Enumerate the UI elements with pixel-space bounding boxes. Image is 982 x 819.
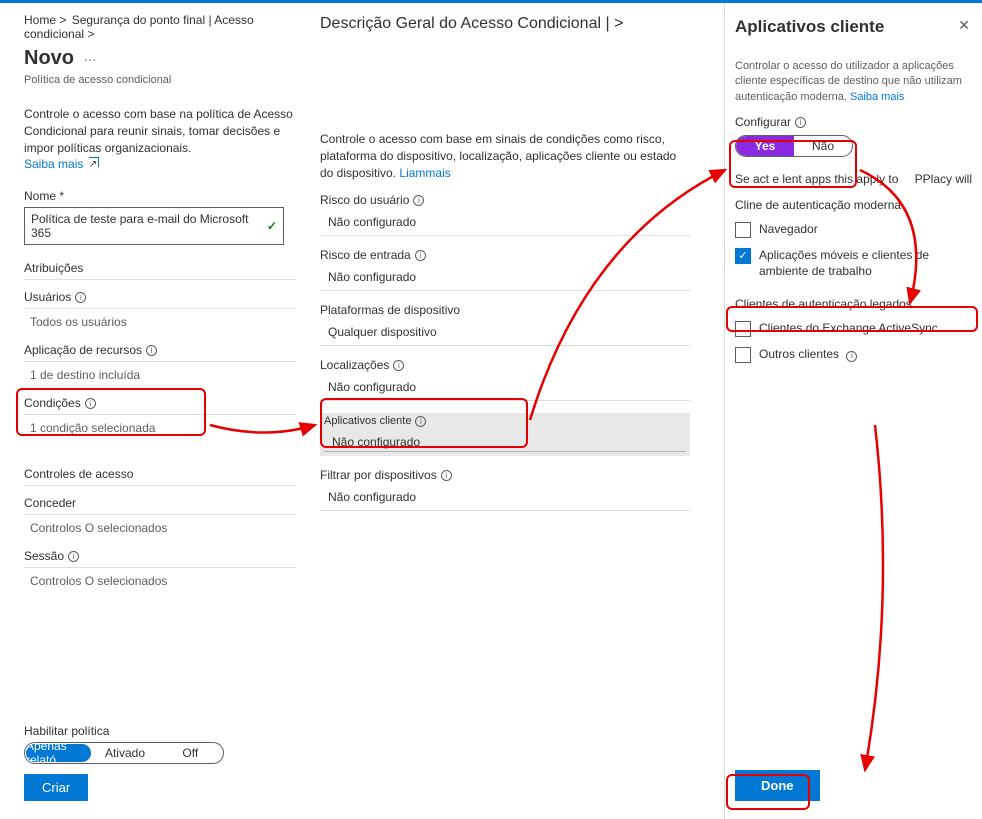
locations-item[interactable]: Localizações i [320, 358, 690, 374]
info-icon: i [795, 117, 806, 128]
grant-item[interactable]: Conceder [24, 496, 296, 515]
enable-policy-toggle[interactable]: Apenas relató Ativado Off [24, 742, 224, 764]
platforms-item[interactable]: Plataformas de dispositivo [320, 303, 690, 319]
name-input[interactable]: Política de teste para e-mail do Microso… [24, 207, 284, 245]
other-clients-checkbox[interactable] [735, 347, 751, 363]
learn-more-link[interactable]: Saiba mais [24, 157, 83, 171]
close-icon[interactable]: ✕ [958, 17, 970, 34]
apps-value: 1 de destino incluída [24, 362, 296, 386]
eas-label: Clientes do Exchange ActiveSync [759, 321, 938, 337]
configure-toggle[interactable]: Yes Não [735, 135, 853, 157]
info-icon: i [68, 551, 79, 562]
info-icon: i [85, 398, 96, 409]
eas-checkbox[interactable] [735, 321, 751, 337]
client-apps-panel: Aplicativos cliente ✕ Controlar o acesso… [724, 3, 982, 819]
user-risk-value: Não configurado [320, 209, 690, 236]
legacy-auth-head: Clientes de autenticação legados [735, 297, 972, 311]
name-label: Nome * [24, 189, 296, 203]
user-risk-item[interactable]: Risco do usuário i [320, 193, 690, 209]
intro-text: Controle o acesso com base na política d… [24, 106, 296, 173]
signin-risk-item[interactable]: Risco de entrada i [320, 248, 690, 264]
info-icon: i [441, 470, 452, 481]
learn-more-link[interactable]: Liammais [399, 166, 450, 180]
bc-home[interactable]: Home > [24, 13, 66, 27]
enable-policy-label: Habilitar política [24, 724, 700, 738]
toggle-on[interactable]: Ativado [92, 743, 157, 763]
info-icon: i [846, 351, 857, 362]
toggle-yes[interactable]: Yes [736, 136, 794, 156]
mobile-desktop-checkbox[interactable]: ✓ [735, 248, 751, 264]
filter-devices-item[interactable]: Filtrar por dispositivos i [320, 468, 690, 484]
users-value: Todos os usuários [24, 309, 296, 333]
more-menu[interactable]: ··· [84, 52, 97, 67]
modern-auth-head: Cline de autenticação moderna [735, 198, 972, 212]
info-icon: i [75, 292, 86, 303]
panel-description: Controlar o acesso do utilizador a aplic… [735, 59, 972, 105]
platforms-value: Qualquer dispositivo [320, 319, 690, 346]
external-link-icon: ↗ [89, 157, 99, 167]
filter-devices-value: Não configurado [320, 484, 690, 511]
mid-intro: Controle o acesso com base em sinais de … [320, 131, 690, 181]
done-button[interactable]: Done [735, 770, 820, 801]
info-icon: i [146, 345, 157, 356]
client-apps-value: Não configurado [324, 429, 686, 452]
create-button[interactable]: Criar [24, 774, 88, 801]
toggle-no[interactable]: Não [794, 136, 852, 156]
conditions-value: 1 condição selecionada [24, 415, 296, 439]
browser-checkbox[interactable] [735, 222, 751, 238]
mobile-desktop-label: Aplicações móveis e clientes de ambiente… [759, 248, 972, 279]
learn-more-link[interactable]: Saiba mais [850, 91, 904, 103]
users-item[interactable]: Usuários i [24, 290, 296, 309]
signin-risk-value: Não configurado [320, 264, 690, 291]
toggle-report-only[interactable]: Apenas relató [26, 744, 91, 762]
grant-value: Controlos O selecionados [24, 515, 296, 539]
session-value: Controlos O selecionados [24, 568, 296, 592]
apps-item[interactable]: Aplicação de recursos i [24, 343, 296, 362]
info-icon: i [393, 360, 404, 371]
page-subtitle: Política de acesso condicional [24, 74, 296, 86]
other-clients-label: Outros clientes i [759, 347, 857, 363]
info-icon: i [415, 250, 426, 261]
info-icon: i [415, 416, 426, 427]
check-icon: ✓ [267, 219, 277, 233]
panel-title: Aplicativos cliente [735, 17, 972, 37]
apply-to-text: Se act e lent apps this apply to PPlacy … [735, 171, 972, 188]
conditions-item[interactable]: Condições i [24, 396, 296, 415]
access-controls-head: Controles de acesso [24, 467, 296, 486]
info-icon: i [413, 195, 424, 206]
breadcrumb[interactable]: Home > Segurança do ponto final | Acesso… [24, 13, 296, 41]
browser-label: Navegador [759, 222, 818, 238]
toggle-off[interactable]: Off [158, 743, 223, 763]
page-title: Novo [24, 47, 74, 70]
client-apps-item[interactable]: Aplicativos cliente i [324, 415, 686, 429]
configure-label: Configurar i [735, 115, 972, 129]
overview-title: Descrição Geral do Acesso Condicional | … [320, 15, 623, 33]
session-item[interactable]: Sessão i [24, 549, 296, 568]
locations-value: Não configurado [320, 374, 690, 401]
assignments-head: Atribuições [24, 261, 296, 280]
